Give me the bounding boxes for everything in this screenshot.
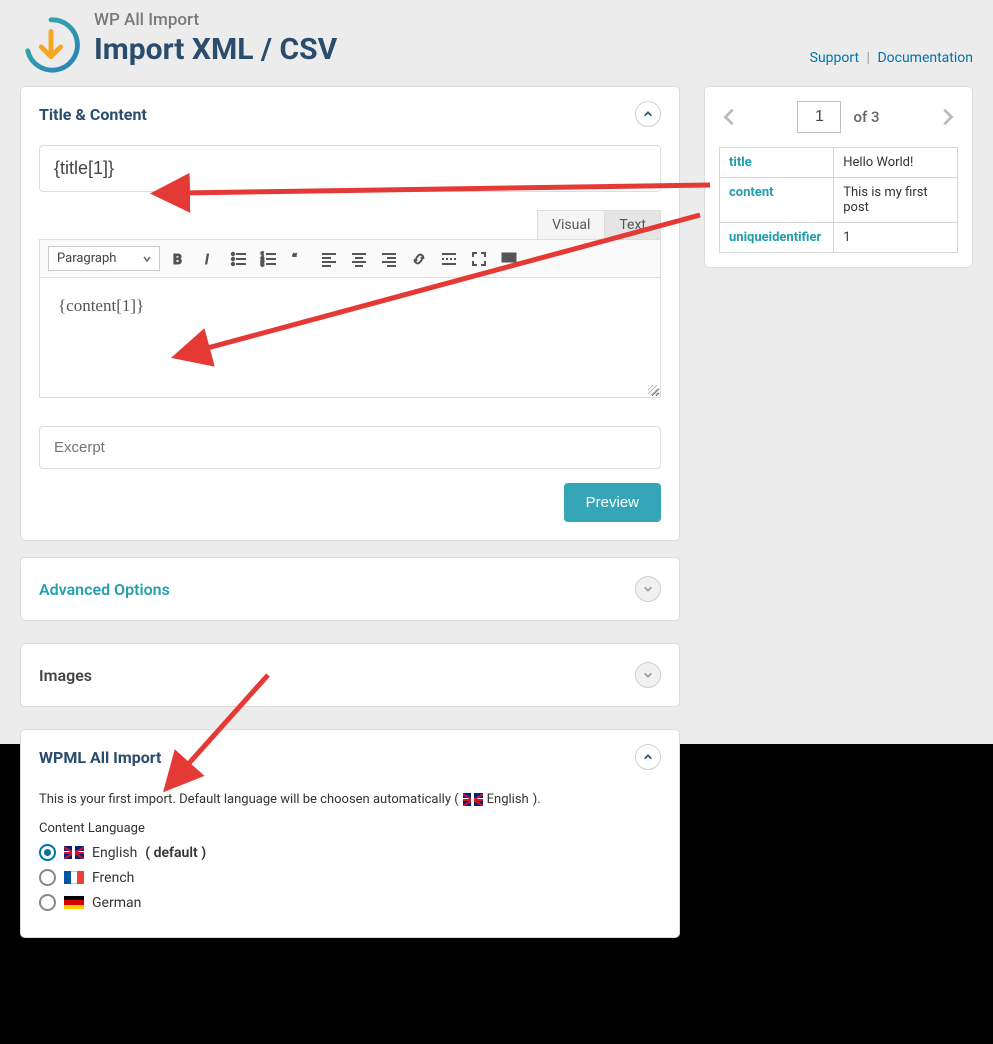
svg-text:B: B — [173, 252, 182, 268]
field-key: uniqueidentifier — [720, 223, 834, 253]
collapse-toggle[interactable] — [635, 744, 661, 770]
support-link[interactable]: Support — [810, 50, 859, 66]
wpml-note: This is your first import. Default langu… — [39, 792, 661, 807]
panel-header-wpml[interactable]: WPML All Import — [21, 730, 679, 784]
field-value: Hello World! — [834, 148, 958, 178]
brand-label: WP All Import — [94, 10, 337, 30]
chevron-up-icon — [643, 109, 653, 119]
numbered-list-icon[interactable]: 123 — [260, 250, 278, 268]
collapse-toggle[interactable] — [635, 101, 661, 127]
lang-option-german[interactable]: German — [39, 894, 661, 911]
content-editor[interactable]: {content[1]} — [39, 278, 661, 398]
editor-toolbar: Paragraph B I 123 “ — [39, 239, 661, 278]
wpallimport-logo-icon — [20, 14, 82, 76]
svg-text:“: “ — [292, 252, 297, 268]
record-data-table: title Hello World! content This is my fi… — [719, 147, 958, 253]
lang-label: French — [92, 870, 134, 886]
next-record-button[interactable] — [936, 106, 958, 128]
field-key: content — [720, 178, 834, 223]
excerpt-input[interactable] — [39, 426, 661, 469]
panel-header-images[interactable]: Images — [21, 644, 679, 706]
title-input[interactable] — [39, 145, 661, 192]
radio-unselected-icon — [39, 894, 56, 911]
panel-header-title-content[interactable]: Title & Content — [21, 87, 679, 141]
table-row[interactable]: title Hello World! — [720, 148, 958, 178]
lang-label: German — [92, 895, 141, 911]
lang-default-suffix: ( default ) — [145, 845, 206, 861]
panel-images-title: Images — [39, 666, 635, 685]
panel-images: Images — [20, 643, 680, 707]
panel-advanced-title: Advanced Options — [39, 580, 635, 599]
record-preview-panel: of 3 title Hello World! content This is … — [704, 86, 973, 268]
chevron-down-icon — [643, 670, 653, 680]
format-select[interactable]: Paragraph — [48, 246, 160, 271]
documentation-link[interactable]: Documentation — [877, 50, 973, 66]
lang-option-french[interactable]: French — [39, 869, 661, 886]
panel-title-label: Title & Content — [39, 105, 635, 124]
tab-text[interactable]: Text — [604, 210, 661, 239]
field-key: title — [720, 148, 834, 178]
blockquote-icon[interactable]: “ — [290, 250, 308, 268]
fullscreen-icon[interactable] — [470, 250, 488, 268]
panel-wpml: WPML All Import This is your first impor… — [20, 729, 680, 938]
italic-icon[interactable]: I — [200, 250, 218, 268]
table-row[interactable]: uniqueidentifier 1 — [720, 223, 958, 253]
radio-unselected-icon — [39, 869, 56, 886]
panel-advanced-options: Advanced Options — [20, 557, 680, 621]
format-select-label: Paragraph — [57, 251, 116, 266]
flag-de-icon — [64, 896, 84, 909]
prev-record-button[interactable] — [719, 106, 741, 128]
record-total-label: of 3 — [853, 108, 879, 126]
separator: | — [867, 50, 870, 66]
field-value: 1 — [834, 223, 958, 253]
insert-more-icon[interactable] — [440, 250, 458, 268]
link-icon[interactable] — [410, 250, 428, 268]
align-center-icon[interactable] — [350, 250, 368, 268]
bullet-list-icon[interactable] — [230, 250, 248, 268]
page-title: Import XML / CSV — [94, 32, 337, 67]
editor-text: {content[1]} — [58, 296, 144, 315]
bold-icon[interactable]: B — [170, 250, 188, 268]
panel-title-content: Title & Content Visual Text — [20, 86, 680, 541]
record-index-input[interactable] — [797, 101, 841, 133]
dropdown-caret-icon — [143, 255, 151, 263]
chevron-down-icon — [643, 584, 653, 594]
tab-visual[interactable]: Visual — [537, 210, 605, 239]
svg-text:I: I — [205, 252, 209, 268]
flag-fr-icon — [64, 871, 84, 884]
field-value: This is my first post — [834, 178, 958, 223]
align-left-icon[interactable] — [320, 250, 338, 268]
lang-option-english[interactable]: English ( default ) — [39, 844, 661, 861]
collapse-toggle[interactable] — [635, 576, 661, 602]
align-right-icon[interactable] — [380, 250, 398, 268]
radio-selected-icon — [39, 844, 56, 861]
wpml-subhead: Content Language — [39, 821, 661, 836]
collapse-toggle[interactable] — [635, 662, 661, 688]
table-row[interactable]: content This is my first post — [720, 178, 958, 223]
lang-label: English — [92, 845, 137, 861]
resize-grip-icon[interactable] — [648, 385, 658, 395]
panel-header-advanced[interactable]: Advanced Options — [21, 558, 679, 620]
panel-wpml-title: WPML All Import — [39, 748, 635, 767]
preview-button[interactable]: Preview — [564, 483, 661, 522]
flag-uk-icon — [463, 793, 483, 806]
toolbar-toggle-icon[interactable] — [500, 250, 518, 268]
svg-text:3: 3 — [261, 262, 264, 268]
chevron-up-icon — [643, 752, 653, 762]
flag-uk-icon — [64, 846, 84, 859]
